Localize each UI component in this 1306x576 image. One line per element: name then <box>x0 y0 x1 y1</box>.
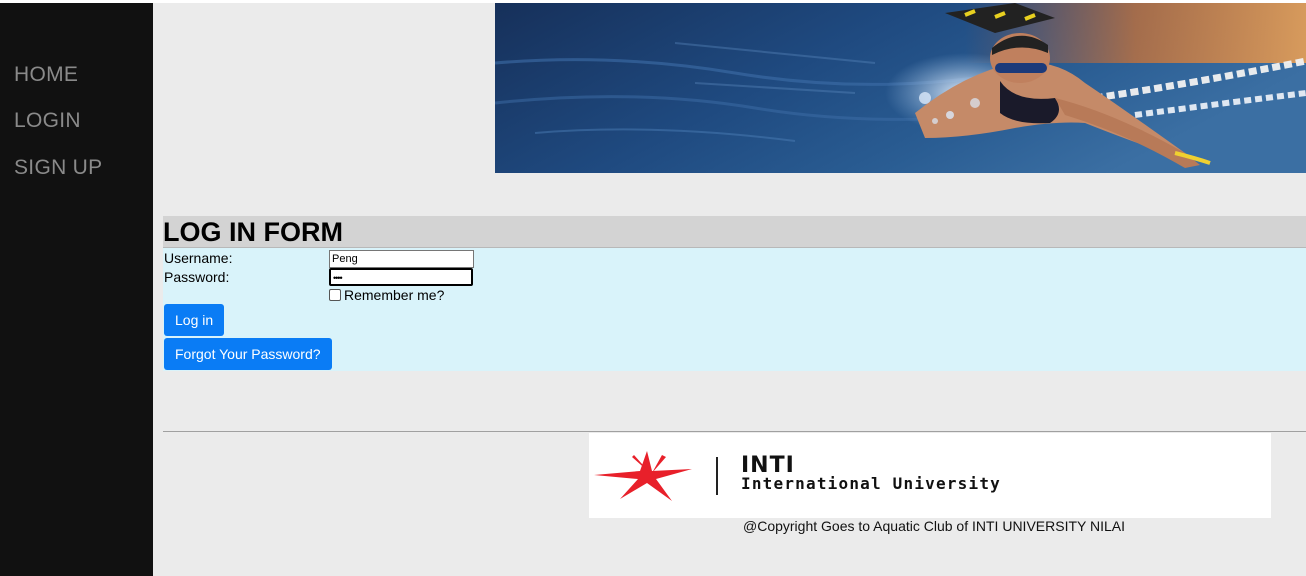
remember-me-checkbox[interactable] <box>329 289 341 301</box>
form-header: LOG IN FORM <box>163 216 1306 248</box>
nav-home-link[interactable]: HOME <box>14 63 78 87</box>
copyright-text: @Copyright Goes to Aquatic Club of INTI … <box>743 518 1125 534</box>
footer-divider <box>163 431 1306 432</box>
nav-login-link[interactable]: LOGIN <box>14 109 81 133</box>
nav-signup-link[interactable]: SIGN UP <box>14 156 102 180</box>
university-logo: INTI International University <box>589 433 1271 518</box>
inti-star-logo-icon <box>594 451 692 501</box>
remember-me-label: Remember me? <box>344 287 445 303</box>
username-field[interactable]: Peng <box>329 250 474 268</box>
main-content: LOG IN FORM Username: Peng Password: •••… <box>153 3 1306 576</box>
forgot-password-button[interactable]: Forgot Your Password? <box>164 338 332 370</box>
logo-subtitle: International University <box>741 474 1001 493</box>
sidebar-nav: HOME LOGIN SIGN UP <box>0 3 153 576</box>
password-field[interactable]: •••• <box>329 268 473 286</box>
swimmer-banner-image <box>495 3 1306 173</box>
page-title: LOG IN FORM <box>163 217 343 247</box>
username-label: Username: <box>164 250 233 266</box>
login-form: Username: Peng Password: •••• Remember m… <box>163 248 1306 371</box>
password-label: Password: <box>164 269 230 285</box>
page: HOME LOGIN SIGN UP LOG IN FORM Username:… <box>0 0 1306 576</box>
logo-separator <box>716 457 718 495</box>
login-button[interactable]: Log in <box>164 304 225 336</box>
